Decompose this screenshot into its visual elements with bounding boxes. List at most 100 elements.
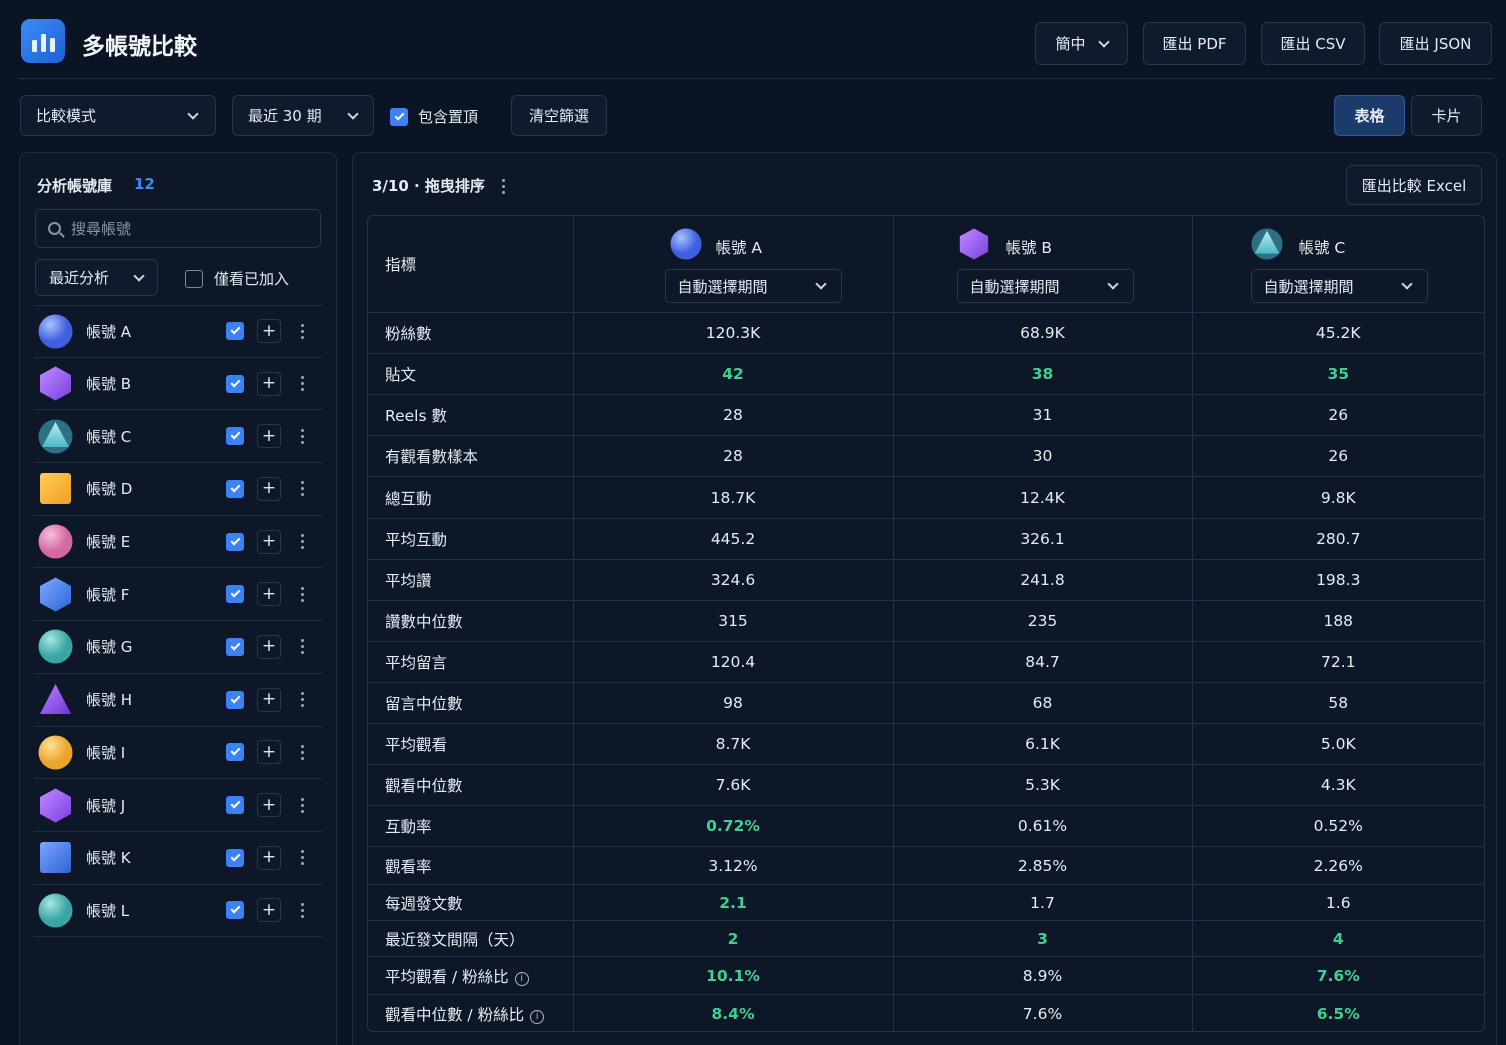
more-options-icon[interactable] xyxy=(295,372,309,396)
export-pdf-button[interactable]: 匯出 PDF xyxy=(1143,22,1246,65)
account-checkbox[interactable] xyxy=(226,585,244,604)
search-input[interactable]: 搜尋帳號 xyxy=(35,209,321,248)
list-item[interactable]: 帳號 D + xyxy=(33,463,323,516)
info-icon[interactable]: i xyxy=(514,971,529,986)
more-options-icon[interactable] xyxy=(295,688,309,712)
chevron-down-icon xyxy=(1400,278,1413,290)
account-avatar-cone-teal xyxy=(1250,228,1283,260)
include-pinned-toggle[interactable]: 包含置頂 xyxy=(390,106,478,127)
period-select[interactable]: 自動選擇期間 xyxy=(664,269,842,303)
metric-label-text: 平均互動 xyxy=(385,531,448,549)
view-card-button[interactable]: 卡片 xyxy=(1411,95,1482,136)
list-item[interactable]: 帳號 B + xyxy=(33,358,323,411)
sort-select[interactable]: 最近分析 xyxy=(35,259,158,296)
column-header: 帳號 B 自動選擇期間 xyxy=(893,216,1193,313)
more-options-icon[interactable] xyxy=(295,740,309,764)
account-checkbox[interactable] xyxy=(226,322,244,341)
column-header: 帳號 C 自動選擇期間 xyxy=(1192,216,1484,313)
metric-label-text: 互動率 xyxy=(385,818,432,836)
list-item[interactable]: 帳號 F + xyxy=(33,568,323,622)
metric-value: 1.6 xyxy=(1192,884,1484,921)
add-icon[interactable]: + xyxy=(257,793,281,818)
period-select[interactable]: 最近 30 期 xyxy=(232,95,374,136)
more-options-icon[interactable] xyxy=(295,319,309,343)
language-select[interactable]: 簡中 xyxy=(1035,22,1128,65)
more-options-icon[interactable] xyxy=(295,530,309,554)
table-row: Reels 數 28 31 26 xyxy=(368,394,1484,436)
account-checkbox[interactable] xyxy=(226,848,244,867)
more-options-icon[interactable] xyxy=(295,846,309,870)
account-avatar-hexagon-purple xyxy=(40,788,71,823)
metric-value: 12.4K xyxy=(893,476,1193,519)
account-avatar-hexagon-purple xyxy=(959,228,988,260)
period-select[interactable]: 自動選擇期間 xyxy=(956,269,1134,303)
metric-value: 68.9K xyxy=(893,312,1193,354)
only-added-checkbox[interactable] xyxy=(185,269,203,288)
metric-label-text: 平均留言 xyxy=(385,654,448,672)
table-header-row: 指標 帳號 A 自動選擇期間 帳號 B 自動選擇期間 帳號 C 自動選擇期間 xyxy=(368,216,1484,313)
account-checkbox[interactable] xyxy=(226,743,244,762)
export-json-button[interactable]: 匯出 JSON xyxy=(1379,22,1492,65)
list-item[interactable]: 帳號 G + xyxy=(33,621,323,674)
export-excel-button[interactable]: 匯出比較 Excel xyxy=(1346,165,1482,205)
more-options-icon[interactable] xyxy=(295,424,309,448)
add-icon[interactable]: + xyxy=(257,582,281,607)
add-icon[interactable]: + xyxy=(257,634,281,659)
list-item[interactable]: 帳號 H + xyxy=(33,674,323,727)
account-checkbox[interactable] xyxy=(226,690,244,709)
list-item[interactable]: 帳號 J + xyxy=(33,779,323,832)
comparison-table: 指標 帳號 A 自動選擇期間 帳號 B 自動選擇期間 帳號 C 自動選擇期間 粉… xyxy=(367,215,1485,1032)
view-table-button[interactable]: 表格 xyxy=(1334,95,1405,136)
add-icon[interactable]: + xyxy=(257,687,281,712)
account-checkbox[interactable] xyxy=(226,901,244,920)
add-icon[interactable]: + xyxy=(257,476,281,501)
more-options-icon[interactable] xyxy=(295,477,309,501)
metric-value: 2.26% xyxy=(1192,846,1484,885)
account-checkbox[interactable] xyxy=(226,637,244,656)
info-icon[interactable]: i xyxy=(530,1009,545,1024)
chevron-down-icon xyxy=(814,278,827,290)
metric-value: 445.2 xyxy=(573,518,894,560)
add-icon[interactable]: + xyxy=(257,529,281,554)
compare-mode-select[interactable]: 比較模式 xyxy=(20,95,216,136)
add-icon[interactable]: + xyxy=(257,845,281,870)
table-row: 貼文 42 38 35 xyxy=(368,353,1484,395)
metric-value: 241.8 xyxy=(893,559,1193,601)
add-icon[interactable]: + xyxy=(257,424,281,449)
metric-value: 0.72% xyxy=(573,805,894,847)
add-icon[interactable]: + xyxy=(257,898,281,923)
metric-value: 28 xyxy=(573,394,894,436)
period-select[interactable]: 自動選擇期間 xyxy=(1250,269,1428,303)
add-icon[interactable]: + xyxy=(257,740,281,765)
account-library-panel: 分析帳號庫 12 搜尋帳號 最近分析 僅看已加入 帳號 A + 帳號 B + 帳… xyxy=(19,152,337,1045)
more-options-icon[interactable] xyxy=(295,635,309,659)
more-options-icon[interactable] xyxy=(295,582,309,606)
list-item[interactable]: 帳號 C + xyxy=(33,410,323,464)
drag-handle-icon[interactable] xyxy=(502,179,506,194)
list-item[interactable]: 帳號 E + xyxy=(33,516,323,569)
list-item[interactable]: 帳號 I + xyxy=(33,727,323,780)
more-options-icon[interactable] xyxy=(295,898,309,922)
account-checkbox[interactable] xyxy=(226,374,244,393)
chevron-down-icon xyxy=(187,107,199,120)
add-icon[interactable]: + xyxy=(257,371,281,396)
list-item[interactable]: 帳號 L + xyxy=(33,885,323,938)
table-row: 有觀看數樣本 28 30 26 xyxy=(368,435,1484,477)
table-row: 總互動 18.7K 12.4K 9.8K xyxy=(368,476,1484,519)
metric-label-text: 貼文 xyxy=(385,366,417,384)
export-csv-button[interactable]: 匯出 CSV xyxy=(1261,22,1365,65)
include-pinned-checkbox[interactable] xyxy=(390,107,408,126)
account-checkbox[interactable] xyxy=(226,427,244,446)
metric-value: 7.6% xyxy=(1192,956,1484,995)
only-added-toggle[interactable]: 僅看已加入 xyxy=(185,268,289,289)
metric-label: 有觀看數樣本 xyxy=(368,435,574,477)
add-icon[interactable]: + xyxy=(257,319,281,344)
metric-label-text: 粉絲數 xyxy=(385,325,432,343)
list-item[interactable]: 帳號 K + xyxy=(33,832,323,885)
clear-filters-button[interactable]: 清空篩選 xyxy=(511,95,607,136)
account-checkbox[interactable] xyxy=(226,532,244,551)
account-checkbox[interactable] xyxy=(226,479,244,498)
list-item[interactable]: 帳號 A + xyxy=(33,305,323,358)
more-options-icon[interactable] xyxy=(295,793,309,817)
account-checkbox[interactable] xyxy=(226,796,244,815)
